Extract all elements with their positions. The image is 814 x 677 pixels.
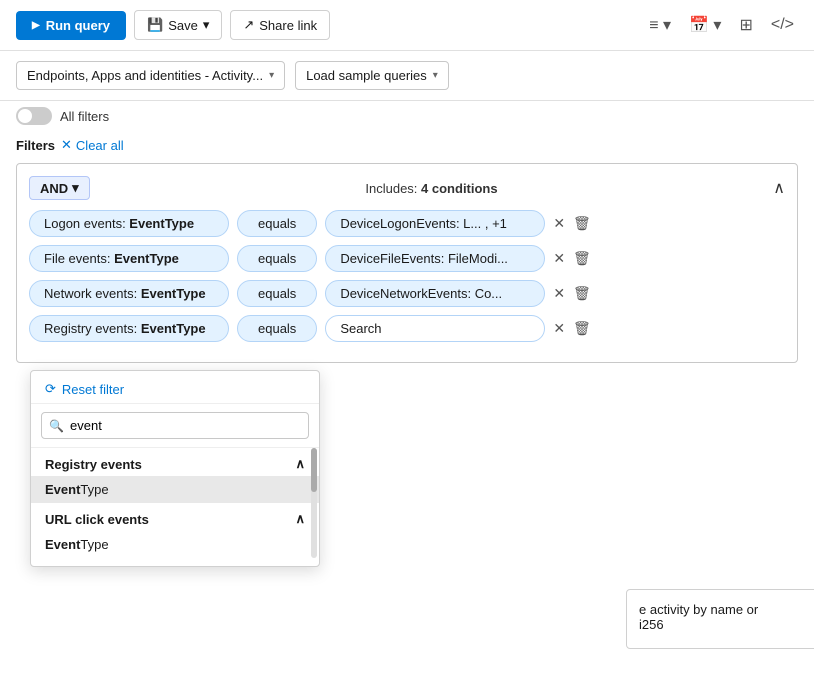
save-chevron-icon: ▾ <box>203 17 210 33</box>
reset-filter-button[interactable]: ⟳ Reset filter <box>31 371 319 404</box>
condition-row: Logon events: EventType equals DeviceLog… <box>29 210 785 237</box>
url-eventtype-item[interactable]: EventType <box>31 531 319 558</box>
run-query-button[interactable]: ▶ Run query <box>16 11 126 40</box>
sample-chevron-icon: ▾ <box>433 70 438 81</box>
includes-label: Includes: 4 conditions <box>365 181 497 196</box>
toggle-thumb <box>18 109 32 123</box>
registry-search-value[interactable]: Search <box>325 315 545 342</box>
all-filters-label: All filters <box>60 109 109 124</box>
clear-all-button[interactable]: ✕ Clear all <box>61 137 124 153</box>
file-value[interactable]: DeviceFileEvents: FileModi... <box>325 245 545 272</box>
share-link-button[interactable]: ↗ Share link <box>230 10 330 40</box>
logon-delete-button[interactable]: 🗑 <box>573 215 591 232</box>
reset-filter-icon: ⟳ <box>45 381 56 397</box>
condition-row: Network events: EventType equals DeviceN… <box>29 280 785 307</box>
save-button[interactable]: 💾 Save ▾ <box>134 10 222 40</box>
run-query-label: Run query <box>46 18 110 33</box>
play-icon: ▶ <box>32 20 40 31</box>
share-icon: ↗ <box>243 17 254 33</box>
popup-search-icon: 🔍 <box>49 419 64 433</box>
all-filters-toggle[interactable] <box>16 107 52 125</box>
clear-all-label: Clear all <box>76 138 124 153</box>
registry-section-collapse-icon: ∧ <box>295 456 305 472</box>
suggestion-card-1[interactable]: e activity by name ori256 <box>626 589 814 649</box>
condition-row: Registry events: EventType equals Search… <box>29 315 785 342</box>
network-field[interactable]: Network events: EventType <box>29 280 229 307</box>
table-icon-button[interactable]: ⊞ <box>735 11 756 39</box>
file-clear-button[interactable]: ✕ <box>553 250 565 267</box>
condition-row: File events: EventType equals DeviceFile… <box>29 245 785 272</box>
conditions-box: AND ▾ Includes: 4 conditions ∧ Logon eve… <box>16 163 798 363</box>
network-delete-button[interactable]: 🗑 <box>573 285 591 302</box>
file-field[interactable]: File events: EventType <box>29 245 229 272</box>
filters-label: Filters <box>16 138 55 153</box>
url-click-events-section-header: URL click events ∧ <box>31 503 319 531</box>
url-section-collapse-icon: ∧ <box>295 511 305 527</box>
popup-scroll-area[interactable]: Registry events ∧ EventType URL click ev… <box>31 448 319 558</box>
file-equals[interactable]: equals <box>237 245 317 272</box>
endpoint-dropdown-label: Endpoints, Apps and identities - Activit… <box>27 68 263 83</box>
sample-queries-label: Load sample queries <box>306 68 427 83</box>
network-equals[interactable]: equals <box>237 280 317 307</box>
logon-equals[interactable]: equals <box>237 210 317 237</box>
suggestion-1-text: e activity by name ori256 <box>639 602 758 632</box>
save-label: Save <box>168 18 198 33</box>
registry-events-section-header: Registry events ∧ <box>31 448 319 476</box>
network-value[interactable]: DeviceNetworkEvents: Co... <box>325 280 545 307</box>
save-icon: 💾 <box>147 17 163 33</box>
all-filters-row: All filters <box>0 101 814 131</box>
suggestions-row: e activity by name ori256 Hunt for all a… <box>610 581 814 657</box>
popup-search-input[interactable] <box>41 412 309 439</box>
registry-eventtype-item[interactable]: EventType <box>31 476 319 503</box>
popup-search-row: 🔍 <box>31 404 319 448</box>
and-badge[interactable]: AND ▾ <box>29 176 90 200</box>
filter-dropdown-popup: ⟳ Reset filter 🔍 Registry events ∧ Event… <box>30 370 320 567</box>
code-icon-button[interactable]: </> <box>767 12 798 38</box>
reset-filter-label: Reset filter <box>62 382 124 397</box>
endpoint-dropdown[interactable]: Endpoints, Apps and identities - Activit… <box>16 61 285 90</box>
file-delete-button[interactable]: 🗑 <box>573 250 591 267</box>
filter-bar: Endpoints, Apps and identities - Activit… <box>0 51 814 101</box>
endpoint-chevron-icon: ▾ <box>269 70 274 81</box>
registry-delete-button[interactable]: 🗑 <box>573 320 591 337</box>
clear-all-x-icon: ✕ <box>61 137 72 153</box>
calendar-icon-button[interactable]: 📅 ▾ <box>685 11 725 39</box>
conditions-header: AND ▾ Includes: 4 conditions ∧ <box>29 176 785 200</box>
url-section-label: URL click events <box>45 512 149 527</box>
registry-equals[interactable]: equals <box>237 315 317 342</box>
share-label: Share link <box>259 18 317 33</box>
registry-section-label: Registry events <box>45 457 142 472</box>
toolbar-icons: ≡ ▾ 📅 ▾ ⊞ </> <box>645 11 798 39</box>
logon-clear-button[interactable]: ✕ <box>553 215 565 232</box>
logon-value[interactable]: DeviceLogonEvents: L... , +1 <box>325 210 545 237</box>
registry-field[interactable]: Registry events: EventType <box>29 315 229 342</box>
logon-field[interactable]: Logon events: EventType <box>29 210 229 237</box>
list-icon-button[interactable]: ≡ ▾ <box>645 11 675 39</box>
toolbar: ▶ Run query 💾 Save ▾ ↗ Share link ≡ ▾ 📅 … <box>0 0 814 51</box>
and-label: AND <box>40 181 68 196</box>
network-clear-button[interactable]: ✕ <box>553 285 565 302</box>
collapse-button[interactable]: ∧ <box>773 178 785 198</box>
sample-queries-dropdown[interactable]: Load sample queries ▾ <box>295 61 449 90</box>
registry-clear-button[interactable]: ✕ <box>553 320 565 337</box>
filters-row: Filters ✕ Clear all <box>0 131 814 157</box>
and-chevron-icon: ▾ <box>72 180 79 196</box>
